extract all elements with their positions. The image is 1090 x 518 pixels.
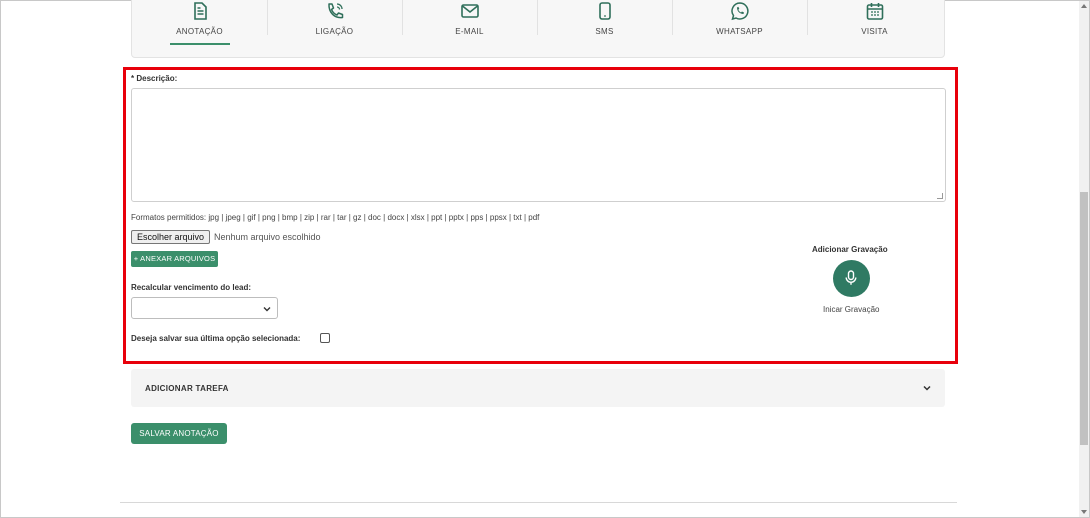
tab-label: E-MAIL	[455, 27, 484, 36]
chevron-down-icon	[263, 307, 271, 312]
scroll-up-arrow-icon[interactable]	[1081, 4, 1087, 8]
tab-label: SMS	[595, 27, 614, 36]
file-status-text: Nenhum arquivo escolhido	[214, 232, 321, 242]
recalc-due-select[interactable]	[131, 297, 278, 319]
whatsapp-icon	[730, 2, 749, 21]
scroll-down-arrow-icon[interactable]	[1081, 510, 1087, 514]
allowed-formats-text: Formatos permitidos: jpg | jpeg | gif | …	[131, 213, 540, 222]
tab-anotacao[interactable]: ANOTAÇÃO	[132, 0, 267, 59]
tab-label: VISITA	[861, 27, 888, 36]
tab-visita[interactable]: VISITA	[807, 0, 942, 59]
mobile-phone-icon	[598, 2, 611, 20]
document-icon	[193, 2, 207, 20]
tab-ligacao[interactable]: LIGAÇÃO	[267, 0, 402, 59]
add-task-accordion[interactable]: ADICIONAR TAREFA	[131, 369, 945, 407]
save-last-option-checkbox[interactable]	[320, 333, 330, 343]
recalc-due-label: Recalcular vencimento do lead:	[131, 283, 252, 292]
choose-file-button[interactable]: Escolher arquivo	[131, 230, 210, 244]
tab-label: LIGAÇÃO	[315, 27, 354, 36]
tab-sms[interactable]: SMS	[537, 0, 672, 59]
description-textarea[interactable]	[131, 88, 946, 202]
tab-label: ANOTAÇÃO	[176, 27, 223, 36]
save-note-button[interactable]: SALVAR ANOTAÇÃO	[131, 423, 227, 444]
microphone-icon	[845, 270, 857, 285]
vertical-scrollbar[interactable]	[1079, 1, 1089, 517]
active-tab-indicator	[170, 43, 230, 45]
tab-email[interactable]: E-MAIL	[402, 0, 537, 59]
recording-caption: Inicar Gravação	[823, 305, 880, 314]
tab-whatsapp[interactable]: WHATSAPP	[672, 0, 807, 59]
add-task-label: ADICIONAR TAREFA	[145, 384, 229, 393]
calendar-icon	[866, 3, 883, 20]
attach-files-button[interactable]: + ANEXAR ARQUIVOS	[131, 251, 218, 267]
footer-divider	[120, 502, 957, 503]
scrollbar-thumb[interactable]	[1080, 192, 1088, 445]
tab-label: WHATSAPP	[716, 27, 763, 36]
start-recording-button[interactable]	[833, 260, 870, 297]
recording-title: Adicionar Gravação	[812, 245, 888, 254]
phone-call-icon	[327, 3, 343, 19]
envelope-icon	[460, 4, 479, 18]
resize-handle[interactable]	[937, 193, 943, 199]
save-last-option-label: Deseja salvar sua última opção seleciona…	[131, 334, 301, 343]
description-label: * Descrição:	[131, 74, 178, 83]
chevron-down-icon	[923, 385, 931, 391]
channel-tabs: ANOTAÇÃO LIGAÇÃO E-MAIL SMS WHATSAPP VIS…	[131, 0, 945, 58]
